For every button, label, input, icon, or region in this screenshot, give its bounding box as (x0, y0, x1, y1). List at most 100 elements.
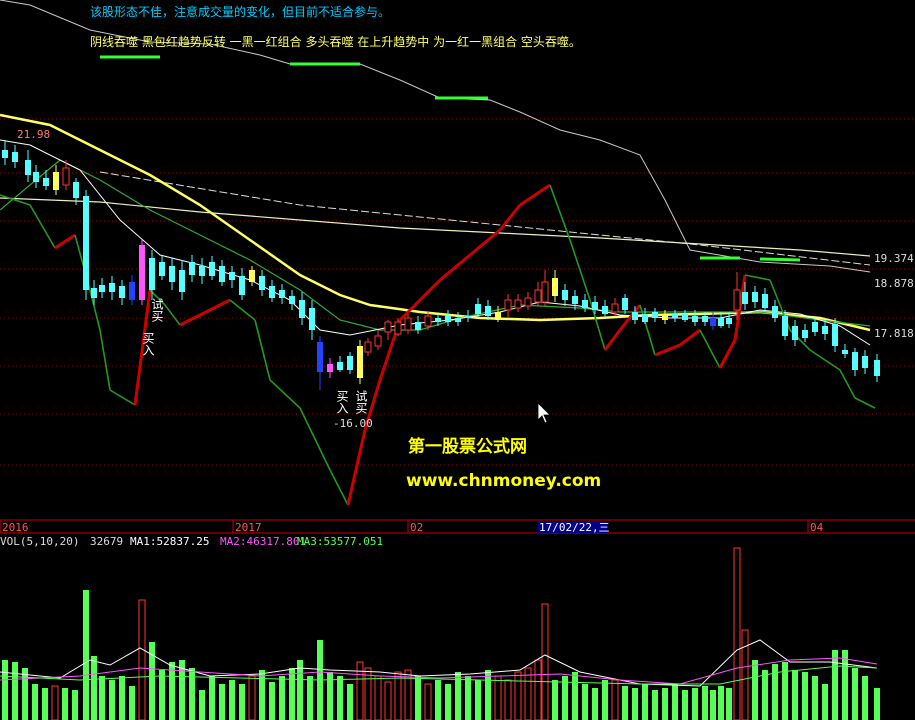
signal-label: 买入 (141, 332, 155, 356)
volume-bar (582, 684, 588, 720)
watermark-title: 第一股票公式网 (408, 436, 527, 457)
stock-chart-screen: 该股形态不佳，注意成交量的变化，但目前不适合参与。 阴线吞噬 黑包红趋势反转 一… (0, 0, 915, 720)
candle-body (611, 303, 619, 313)
indicator-lines (0, 0, 876, 506)
volume-bar (445, 684, 451, 720)
volume-bar (672, 684, 678, 720)
price-grid (0, 118, 915, 466)
volume-bar (782, 662, 788, 720)
volume-bar (91, 656, 97, 720)
volume-bar (572, 672, 578, 720)
candle-body (541, 281, 549, 303)
candle-body (812, 322, 818, 332)
candle-body (149, 258, 155, 290)
candle-body (592, 302, 598, 310)
volume-bar (269, 682, 275, 720)
candle-body (179, 270, 185, 292)
candle-body (752, 292, 758, 302)
candle-body (189, 262, 195, 275)
trend-segment (29, 204, 56, 249)
trend-segment (346, 429, 367, 506)
trend-segment (718, 339, 737, 369)
candle-body (169, 266, 175, 282)
volume-bar (733, 547, 741, 720)
candle-body (772, 306, 778, 318)
candle-body (682, 314, 688, 320)
volume-bar (307, 676, 313, 720)
volume-bar (189, 668, 195, 720)
volume-bar (99, 676, 105, 720)
trend-segment (329, 469, 349, 506)
volume-bar (718, 686, 724, 720)
candle-body (702, 316, 708, 322)
trend-segment (699, 329, 721, 369)
volume-bar (710, 690, 716, 720)
candle-body (43, 178, 49, 186)
candle-body (12, 152, 18, 162)
candle-body (129, 282, 135, 300)
trend-segment (418, 278, 442, 302)
volume-bar (611, 679, 619, 720)
candle-body (602, 306, 608, 314)
signal-label: 买入 (335, 390, 349, 414)
candle-body (33, 172, 39, 182)
trend-segment (519, 183, 551, 207)
volume-bar (159, 670, 165, 720)
candle-body (2, 150, 8, 158)
candle-body (229, 272, 235, 280)
candle-body (259, 276, 265, 290)
candle-body (822, 326, 828, 334)
trend-segment (744, 274, 771, 281)
candle-body (159, 262, 165, 276)
candle-body (357, 346, 363, 378)
candle-body (415, 322, 421, 330)
candle-body (862, 356, 868, 368)
trend-segment (299, 407, 331, 471)
volume-bar (248, 675, 256, 720)
volume-bar (435, 680, 441, 720)
volume-bar (534, 659, 542, 720)
volume-bar (22, 668, 28, 720)
candle-body (718, 318, 724, 326)
trend-segment (254, 319, 271, 381)
candle-body (139, 245, 145, 300)
candle-body (119, 286, 125, 298)
candle-body (249, 270, 255, 282)
trend-segment (54, 233, 76, 250)
candle-body (109, 283, 115, 292)
volume-bar (822, 684, 828, 720)
candle-body (733, 289, 741, 311)
candle-body (762, 294, 768, 308)
candle-body (495, 312, 501, 320)
trend-segment (0, 194, 31, 206)
candle-body (327, 364, 333, 372)
candle-body (99, 285, 105, 292)
volume-bar (119, 676, 125, 720)
volume-bar (874, 688, 880, 720)
volume-bar (662, 688, 668, 720)
volume-bar (51, 685, 59, 720)
candle-body (692, 316, 698, 322)
volume-bar (485, 670, 491, 720)
candle-body (209, 262, 215, 276)
trend-segment (99, 329, 111, 391)
volume-bars (0, 547, 880, 720)
trend-segment (603, 329, 622, 351)
volume-bar (394, 671, 402, 720)
volume-bar (297, 660, 303, 720)
header-line-1: 该股形态不佳，注意成交量的变化，但目前不适合参与。 (90, 4, 390, 19)
date-label: 2017 (235, 521, 262, 534)
candle-body (91, 288, 97, 298)
volume-bar (32, 684, 38, 720)
trend-segment (469, 228, 501, 257)
candle-body (25, 160, 31, 175)
candle-body (842, 350, 848, 354)
trend-segment (839, 369, 856, 399)
trend-segment (199, 298, 231, 317)
volume-bar (692, 688, 698, 720)
candle-body (874, 360, 880, 376)
candle-body (394, 321, 402, 335)
trend-segment (229, 299, 256, 321)
volume-bar (337, 676, 343, 720)
candle-body (582, 300, 588, 308)
